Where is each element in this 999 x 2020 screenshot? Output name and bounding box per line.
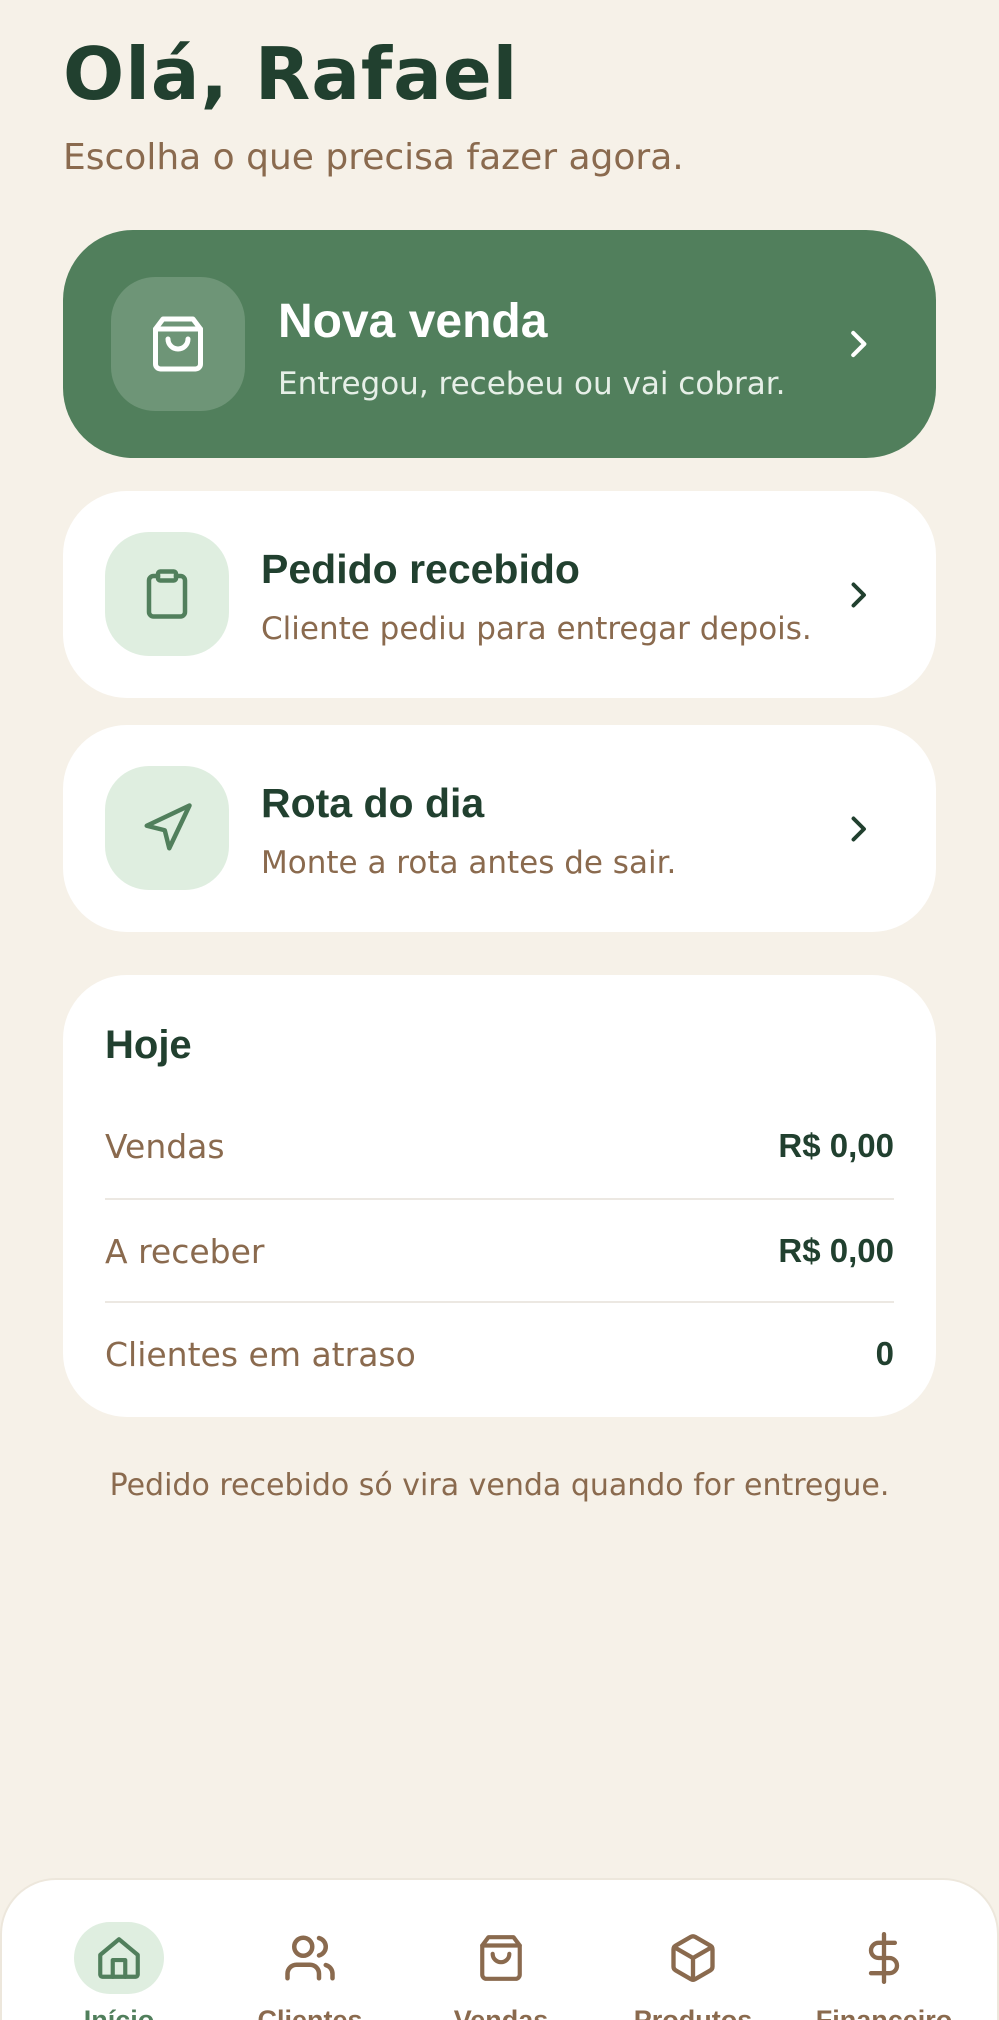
nav-label: Vendas [453,2005,549,2020]
navigation-icon [105,766,229,890]
nav-item-inicio[interactable]: Início [24,1922,214,2020]
nav-label: Clientes [257,2005,363,2020]
users-icon [265,1922,355,1994]
nav-label: Produtos [633,2005,753,2020]
nav-label: Financeiro [815,2005,953,2020]
stat-row-overdue-clients: Clientes em atraso 0 [105,1301,894,1405]
new-sale-title: Nova venda [278,295,548,348]
today-title: Hoje [105,1023,192,1067]
daily-route-card[interactable]: Rota do dia Monte a rota antes de sair. [63,725,936,932]
order-received-card[interactable]: Pedido recebido Cliente pediu para entre… [63,491,936,698]
shopping-bag-icon [111,277,245,411]
dollar-icon [839,1922,929,1994]
stat-label: Vendas [105,1126,225,1166]
nav-label: Início [83,2005,155,2020]
stat-row-receivable: A receber R$ 0,00 [105,1198,894,1302]
info-note: Pedido recebido só vira venda quando for… [109,1468,890,1503]
chevron-right-icon [838,575,878,615]
nav-item-vendas[interactable]: Vendas [406,1922,596,2020]
chevron-right-icon [838,324,878,364]
greeting-subtitle: Escolha o que precisa fazer agora. [63,137,684,178]
nav-item-clientes[interactable]: Clientes [215,1922,405,2020]
greeting-title: Olá, Rafael [63,32,519,116]
box-icon [648,1922,738,1994]
order-received-title: Pedido recebido [261,546,580,592]
stat-value: R$ 0,00 [778,1232,894,1269]
stat-label: A receber [105,1231,265,1271]
daily-route-title: Rota do dia [261,780,485,826]
bottom-navigation: Início Clientes Vendas Produtos Financei… [0,1878,999,2020]
stat-row-sales: Vendas R$ 0,00 [105,1094,894,1198]
home-icon [74,1922,164,1994]
nav-item-financeiro[interactable]: Financeiro [789,1922,979,2020]
stat-label: Clientes em atraso [105,1334,416,1374]
new-sale-card[interactable]: Nova venda Entregou, recebeu ou vai cobr… [63,230,936,458]
stat-value: R$ 0,00 [778,1127,894,1164]
new-sale-description: Entregou, recebeu ou vai cobrar. [278,366,786,402]
order-received-description: Cliente pediu para entregar depois. [261,611,812,647]
clipboard-icon [105,532,229,656]
home-screen: Olá, Rafael Escolha o que precisa fazer … [0,0,999,2020]
stat-value: 0 [875,1335,894,1372]
nav-item-produtos[interactable]: Produtos [598,1922,788,2020]
shopping-bag-icon [456,1922,546,1994]
chevron-right-icon [838,809,878,849]
daily-route-description: Monte a rota antes de sair. [261,845,677,881]
